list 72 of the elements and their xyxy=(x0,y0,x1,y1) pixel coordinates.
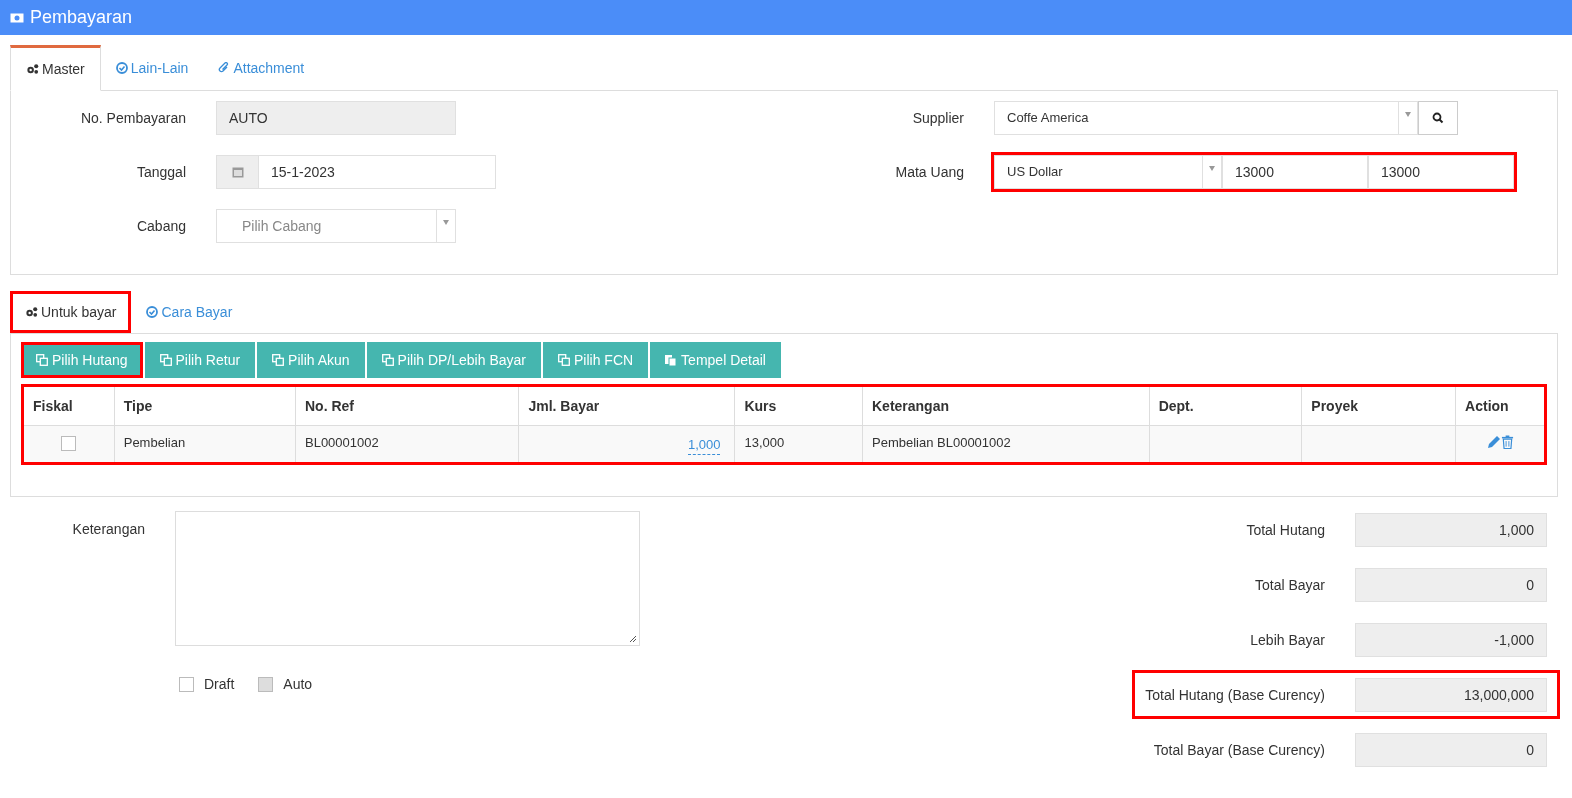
copy-icon xyxy=(36,354,48,366)
rate-field[interactable]: 13000 xyxy=(1222,155,1368,189)
toolbar-button[interactable]: Pilih Akun xyxy=(257,342,365,378)
column-header: No. Ref xyxy=(295,387,519,426)
date-field[interactable]: 15-1-2023 xyxy=(258,155,496,189)
total-field: 0 xyxy=(1355,567,1547,602)
tab[interactable]: Lain-Lain xyxy=(100,45,204,91)
table-cell: BL00001002 xyxy=(295,425,519,462)
editable-amount[interactable]: 1,000 xyxy=(687,437,721,455)
field-label: Mata Uang xyxy=(894,164,965,180)
copy-icon xyxy=(381,354,394,366)
column-header: Keterangan xyxy=(862,387,1150,426)
checkbox[interactable] xyxy=(61,436,77,452)
check-circle-icon xyxy=(146,306,159,318)
column-header: Fiskal xyxy=(24,387,115,426)
branch-dropdown[interactable]: Pilih Cabang xyxy=(216,209,456,243)
checkbox-label: Draft xyxy=(204,676,235,692)
page-title: Pembayaran xyxy=(30,7,133,28)
total-field: 1,000 xyxy=(1355,512,1547,547)
toolbar-button[interactable]: Pilih DP/Lebih Bayar xyxy=(366,342,541,378)
toolbar-button[interactable]: Tempel Detail xyxy=(650,342,781,378)
column-header: Kurs xyxy=(734,387,863,426)
total-field: -1,000 xyxy=(1355,622,1547,657)
table-cell: Pembelian BL00001002 xyxy=(862,425,1150,462)
total-label: Total Bayar xyxy=(1254,576,1326,593)
checkbox[interactable] xyxy=(179,676,194,692)
column-header: Action xyxy=(1455,387,1544,426)
tab[interactable]: Attachment xyxy=(203,45,320,91)
field-label: Tanggal xyxy=(135,164,187,180)
tab[interactable]: Untuk bayar xyxy=(10,291,132,333)
trash-icon[interactable] xyxy=(1500,435,1514,449)
total-label: Lebih Bayar xyxy=(1250,631,1326,648)
total-label: Total Hutang (Base Curency) xyxy=(1145,686,1326,703)
tab[interactable]: Cara Bayar xyxy=(131,291,248,333)
currency-dropdown[interactable]: US Dollar xyxy=(994,155,1222,189)
toolbar-button[interactable]: Pilih FCN xyxy=(543,342,649,378)
field-label: Keterangan xyxy=(71,520,146,539)
money-icon xyxy=(10,12,24,23)
gears-icon xyxy=(26,63,39,75)
pencil-icon[interactable] xyxy=(1486,435,1501,449)
calendar-icon xyxy=(231,166,244,178)
search-button[interactable] xyxy=(1418,101,1458,135)
copy-icon xyxy=(558,354,570,366)
copy-icon xyxy=(272,354,285,366)
column-header: Proyek xyxy=(1301,387,1456,426)
total-field: 13,000,000 xyxy=(1355,677,1547,712)
input-field[interactable]: AUTO xyxy=(216,101,456,135)
column-header: Dept. xyxy=(1149,387,1302,426)
tab[interactable]: Master xyxy=(10,45,101,91)
rate-field[interactable]: 13000 xyxy=(1368,155,1514,189)
paperclip-icon xyxy=(218,62,231,74)
gears-icon xyxy=(25,306,38,318)
resize-grip-icon xyxy=(629,635,637,643)
check-circle-icon xyxy=(115,62,128,74)
column-header: Tipe xyxy=(114,387,296,426)
column-header: Jml. Bayar xyxy=(518,387,735,426)
paste-icon xyxy=(665,354,678,366)
total-field: 0 xyxy=(1355,732,1547,767)
total-label: Total Hutang xyxy=(1246,521,1326,538)
toolbar-button[interactable]: Pilih Retur xyxy=(144,342,256,378)
field-label: Supplier xyxy=(911,110,965,126)
toolbar-button[interactable]: Pilih Hutang xyxy=(21,342,143,378)
table-cell: 13,000 xyxy=(734,425,863,462)
copy-icon xyxy=(159,354,172,366)
field-label: No. Pembayaran xyxy=(79,110,187,126)
table-cell: Pembelian xyxy=(114,425,296,462)
supplier-dropdown[interactable]: Coffe America xyxy=(994,101,1418,135)
checkbox-label: Auto xyxy=(283,676,313,692)
calendar-button[interactable] xyxy=(216,155,258,189)
search-icon xyxy=(1432,112,1444,124)
field-label: Cabang xyxy=(135,218,187,234)
total-label: Total Bayar (Base Curency) xyxy=(1153,741,1326,758)
